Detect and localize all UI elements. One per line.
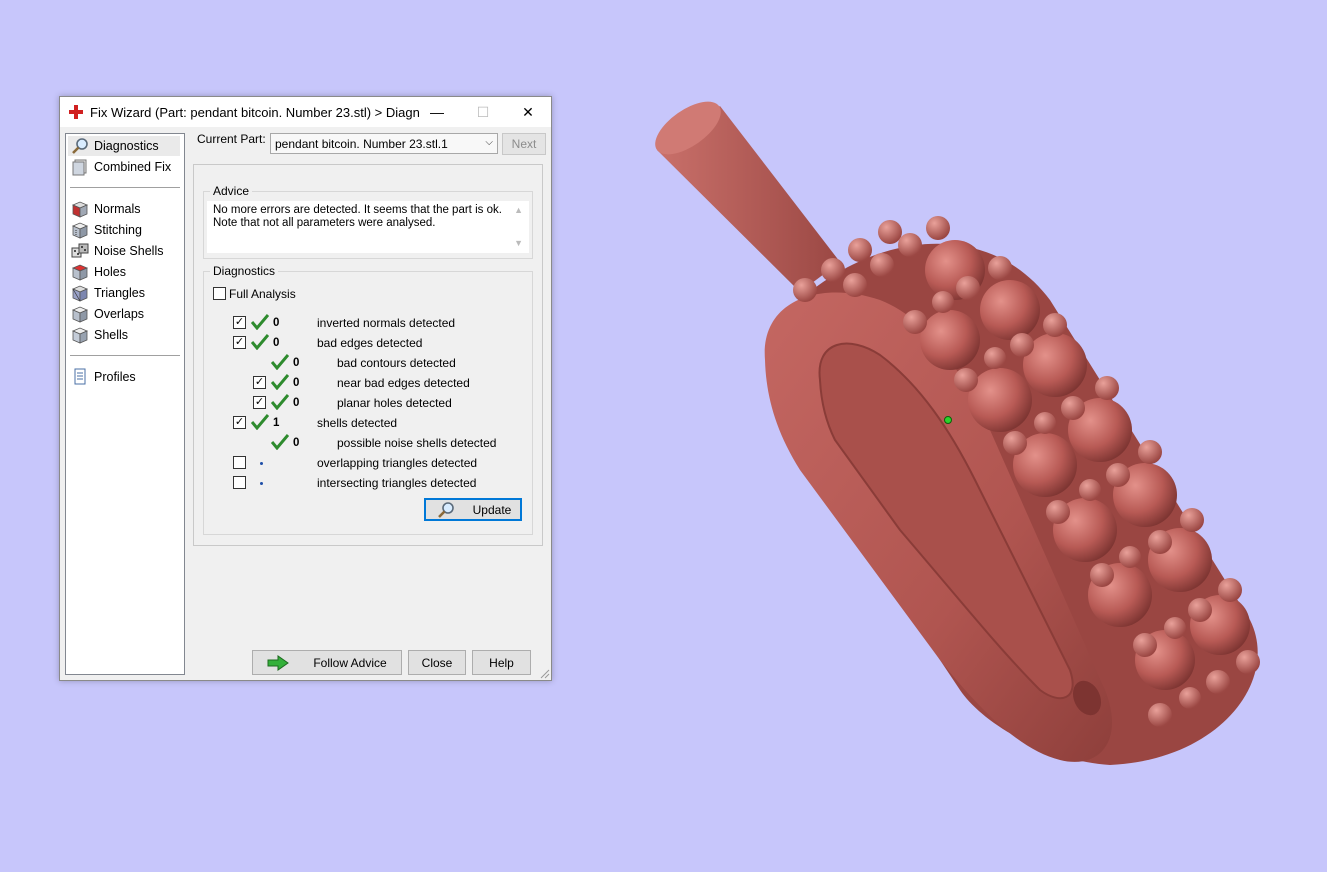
nav-label-normals: Normals: [94, 202, 141, 216]
nav-label-stitching: Stitching: [94, 223, 142, 237]
next-button[interactable]: Next: [502, 133, 546, 155]
help-button[interactable]: Help: [472, 650, 531, 675]
row-label: bad edges detected: [317, 336, 423, 350]
pending-dot-icon: [260, 482, 263, 485]
row-count: 0: [273, 317, 280, 329]
magnifier-icon: [437, 501, 454, 518]
chevron-down-icon: ⌵: [485, 137, 493, 148]
current-part-label: Current Part:: [197, 132, 266, 146]
row-label: possible noise shells detected: [337, 436, 497, 450]
maximize-button[interactable]: ☐: [460, 97, 506, 127]
cube-shell-icon: [71, 327, 89, 344]
fix-wizard-window: Fix Wizard (Part: pendant bitcoin. Numbe…: [59, 96, 552, 681]
title-bar[interactable]: Fix Wizard (Part: pendant bitcoin. Numbe…: [60, 97, 551, 127]
full-analysis-label: Full Analysis: [229, 287, 296, 301]
nav-item-shells[interactable]: Shells: [68, 325, 180, 345]
pending-dot-icon: [260, 462, 263, 465]
advice-text: No more errors are detected. It seems th…: [213, 204, 502, 229]
pick-point-marker: [944, 416, 952, 424]
row-label: intersecting triangles detected: [317, 476, 477, 490]
green-check-icon: [271, 434, 289, 450]
triangle-cube-icon: [71, 285, 89, 302]
scroll-up-icon[interactable]: ▲: [514, 204, 523, 217]
nav-separator: [70, 187, 180, 188]
close-label: Close: [421, 655, 453, 670]
current-part-value: pendant bitcoin. Number 23.stl.1: [275, 137, 448, 151]
nav-label-diagnostics: Diagnostics: [94, 139, 159, 153]
green-check-icon: [271, 394, 289, 410]
resize-grip-icon[interactable]: [540, 669, 550, 679]
nav-label-holes: Holes: [94, 265, 126, 279]
cube-stitch-icon: [71, 222, 89, 239]
advice-title: Advice: [210, 184, 253, 198]
nav-item-profiles[interactable]: Profiles: [68, 367, 180, 387]
window-title: Fix Wizard (Part: pendant bitcoin. Numbe…: [90, 105, 420, 120]
row-label: near bad edges detected: [337, 376, 470, 390]
red-cross-app-icon: [69, 105, 83, 119]
cube-hole-icon: [71, 264, 89, 281]
nav-separator: [70, 355, 180, 356]
green-check-icon: [271, 354, 289, 370]
full-analysis-checkbox[interactable]: [213, 287, 226, 300]
nav-item-normals[interactable]: Normals: [68, 199, 180, 219]
wizard-nav: Diagnostics Combined Fix Normals Stitchi…: [65, 133, 185, 675]
row-count: 0: [273, 337, 280, 349]
diagnostics-panel: Advice No more errors are detected. It s…: [193, 164, 543, 546]
row-label: inverted normals detected: [317, 316, 456, 330]
close-window-button[interactable]: ✕: [505, 97, 551, 127]
green-check-icon: [251, 314, 269, 330]
scroll-down-icon[interactable]: ▼: [514, 237, 523, 250]
minimize-button[interactable]: —: [414, 97, 460, 127]
nav-item-overlaps[interactable]: Overlaps: [68, 304, 180, 324]
current-part-dropdown[interactable]: pendant bitcoin. Number 23.stl.1 ⌵: [270, 133, 498, 154]
nav-item-stitching[interactable]: Stitching: [68, 220, 180, 240]
diagnostics-group: Diagnostics Full Analysis ✓ 0 inverted n…: [203, 264, 533, 535]
row-label: bad contours detected: [337, 356, 456, 370]
row-checkbox[interactable]: [233, 476, 246, 489]
nav-label-shells: Shells: [94, 328, 129, 342]
help-label: Help: [489, 655, 514, 670]
green-check-icon: [271, 374, 289, 390]
close-button[interactable]: Close: [408, 650, 466, 675]
green-check-icon: [251, 414, 269, 430]
dice-icon: [71, 243, 89, 258]
nav-item-diagnostics[interactable]: Diagnostics: [68, 136, 180, 156]
row-label: shells detected: [317, 416, 398, 430]
nav-label-triangles: Triangles: [94, 286, 145, 300]
stack-icon: [72, 159, 87, 176]
nav-label-noise-shells: Noise Shells: [94, 244, 164, 258]
follow-advice-label: Follow Advice: [313, 655, 387, 670]
diagnostics-title: Diagnostics: [210, 264, 279, 278]
row-count: 0: [293, 437, 300, 449]
row-count: 0: [293, 397, 300, 409]
row-label: planar holes detected: [337, 396, 452, 410]
update-button[interactable]: Update: [424, 498, 522, 521]
row-checkbox[interactable]: ✓: [233, 416, 246, 429]
nav-item-combined-fix[interactable]: Combined Fix: [68, 157, 180, 177]
nav-label-profiles: Profiles: [94, 370, 136, 384]
row-count: 0: [293, 357, 300, 369]
nav-label-overlaps: Overlaps: [94, 307, 145, 321]
row-checkbox[interactable]: ✓: [253, 376, 266, 389]
cube-overlap-icon: [71, 306, 89, 323]
nav-item-triangles[interactable]: Triangles: [68, 283, 180, 303]
row-checkbox[interactable]: ✓: [233, 336, 246, 349]
green-arrow-icon: [267, 654, 290, 671]
row-checkbox[interactable]: [233, 456, 246, 469]
nav-item-noise-shells[interactable]: Noise Shells: [68, 241, 180, 261]
row-label: overlapping triangles detected: [317, 456, 478, 470]
nav-label-combined-fix: Combined Fix: [94, 160, 172, 174]
update-label: Update: [472, 502, 512, 517]
magnifier-icon: [72, 138, 88, 154]
nav-item-holes[interactable]: Holes: [68, 262, 180, 282]
follow-advice-button[interactable]: Follow Advice: [252, 650, 402, 675]
cube-red-face-icon: [71, 201, 89, 218]
row-count: 0: [293, 377, 300, 389]
advice-text-box[interactable]: No more errors are detected. It seems th…: [207, 201, 529, 253]
document-icon: [74, 368, 86, 385]
green-check-icon: [251, 334, 269, 350]
row-checkbox[interactable]: ✓: [253, 396, 266, 409]
row-checkbox[interactable]: ✓: [233, 316, 246, 329]
row-count: 1: [273, 417, 280, 429]
